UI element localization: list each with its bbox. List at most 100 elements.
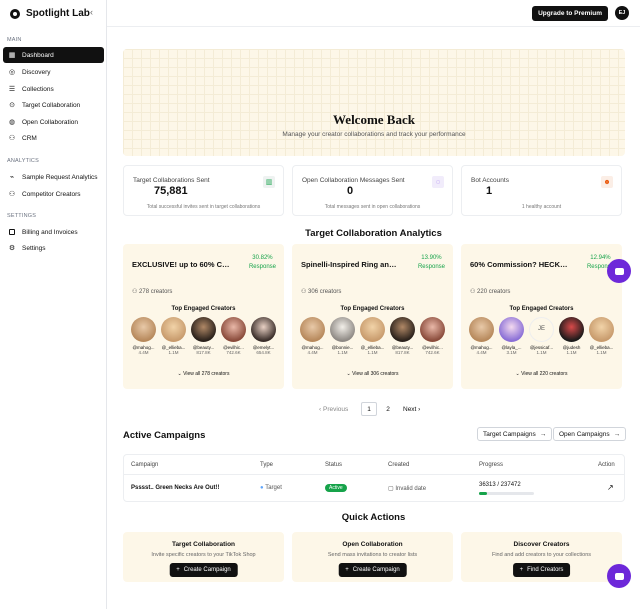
list-icon: ☰ — [8, 86, 16, 93]
card-icon — [8, 228, 16, 236]
analytics-card[interactable]: EXCLUSIVE! up to 60% Co... 30.82% Respons… — [123, 244, 284, 389]
open-campaign-arrow-icon[interactable]: ↗ — [607, 483, 614, 492]
status-badge: Active — [325, 484, 347, 492]
logo-icon — [10, 8, 20, 19]
page-1-button[interactable]: 1 — [361, 402, 377, 416]
quick-action-open: Open Collaboration Send mass invitations… — [292, 532, 453, 582]
creator-avatar[interactable]: @mahog... 4.4M — [298, 317, 327, 355]
users-icon: ⚇ — [8, 135, 16, 142]
quick-action-target: Target Collaboration Invite specific cre… — [123, 532, 284, 582]
creator-count: ⚇ 306 creators — [301, 289, 342, 295]
sidebar-item-settings[interactable]: ⚙ Settings — [3, 240, 104, 256]
quick-action-title: Discover Creators — [513, 541, 570, 548]
response-rate: 13.90% Response — [417, 255, 445, 270]
creator-count: ⚇ 278 creators — [132, 289, 173, 295]
upgrade-button[interactable]: Upgrade to Premium — [532, 6, 608, 21]
col-header: Status — [325, 462, 343, 468]
creator-avatar[interactable]: @layla_... 3.1M — [497, 317, 526, 355]
created-date: ▢ Invalid date — [388, 486, 427, 492]
creator-avatar[interactable]: @evilhic... 742.6K — [219, 317, 248, 355]
plus-icon: + — [176, 567, 180, 573]
campaign-name[interactable]: Psssst.. Green Necks Are Out!! — [131, 485, 219, 491]
create-campaign-button[interactable]: + Create Campaign — [169, 563, 238, 577]
user-icon: ⚇ — [8, 191, 16, 198]
creator-avatar[interactable]: @_ellieba... 1.1M — [159, 317, 188, 355]
campaigns-table: Campaign Type Status Created Progress Ac… — [123, 454, 625, 502]
sidebar-item-billing[interactable]: Billing and Invoices — [3, 224, 104, 240]
sidebar-item-target-collaboration[interactable]: ⊙ Target Collaboration — [3, 97, 104, 113]
progress-text: 36313 / 237472 — [479, 482, 521, 488]
globe-icon: ◍ — [8, 119, 16, 126]
bar-chart-icon: ▥ — [263, 176, 275, 188]
creator-avatar[interactable]: @beauty... 817.8K — [189, 317, 218, 355]
top-engaged-label: Top Engaged Creators — [509, 306, 574, 312]
app-root: Spotlight Lab ‹ MAIN ▦ Dashboard ◎ Discove… — [0, 0, 640, 609]
chat-bubble-icon[interactable] — [607, 564, 631, 588]
quick-action-sub: Find and add creators to your collection… — [491, 552, 592, 558]
arrow-right-icon: → — [613, 430, 621, 438]
stat-label: Open Collaboration Messages Sent — [302, 177, 405, 184]
creator-avatar[interactable]: @emelyt... 654.8K — [249, 317, 278, 355]
creator-avatar[interactable]: @mahog... 4.4M — [467, 317, 496, 355]
welcome-title: Welcome Back — [333, 112, 415, 127]
sidebar-item-open-collaboration[interactable]: ◍ Open Collaboration — [3, 114, 104, 130]
target-campaigns-button[interactable]: Target Campaigns → — [477, 427, 553, 441]
campaign-title: EXCLUSIVE! up to 60% Co... — [132, 260, 230, 269]
plus-icon: + — [519, 567, 524, 573]
stat-sub: 1 healthy account — [521, 204, 562, 210]
quick-action-title: Open Collaboration — [342, 541, 403, 548]
create-campaign-button[interactable]: + Create Campaign — [338, 563, 407, 577]
progress-bar — [479, 492, 534, 495]
stat-value: 1 — [486, 185, 493, 197]
view-all-creators[interactable]: ⌄ View all 278 creators — [123, 371, 284, 377]
target-icon: ⊙ — [9, 102, 15, 109]
quick-action-sub: Send mass invitations to creator lists — [327, 552, 418, 558]
creator-avatar[interactable]: @judesh 1.1M — [557, 317, 586, 355]
avatar[interactable]: EJ — [615, 6, 629, 20]
campaign-type: ● Target — [260, 485, 282, 491]
analytics-card[interactable]: 60% Commission? HECK Y... 12.94% Response… — [461, 244, 622, 389]
sidebar-item-dashboard[interactable]: ▦ Dashboard — [3, 47, 104, 63]
creator-avatar[interactable]: @evilhic... 742.6K — [418, 317, 447, 355]
stat-sub: Total messages sent in open collaboratio… — [324, 204, 421, 210]
campaign-title: 60% Commission? HECK Y... — [470, 260, 568, 269]
sidebar-item-discovery[interactable]: ◎ Discovery — [3, 64, 104, 80]
section-analytics: ANALYTICS — [7, 158, 39, 164]
prev-page-button[interactable]: ‹ Previous — [319, 402, 348, 416]
creator-avatar[interactable]: @mahog... 4.4M — [129, 317, 158, 355]
brand-logo[interactable]: Spotlight Lab — [10, 8, 90, 19]
page-2-button[interactable]: 2 — [381, 402, 395, 416]
creator-avatar[interactable]: @_ellieba... 1.1M — [587, 317, 616, 355]
pagination: ‹ Previous 1 2 Next › — [107, 402, 640, 416]
sidebar-item-crm[interactable]: ⚇ CRM — [3, 130, 104, 146]
creator-avatar[interactable]: @_ellieba... 1.1M — [358, 317, 387, 355]
creator-avatar[interactable]: @beauty... 817.8K — [388, 317, 417, 355]
collapse-sidebar-icon[interactable]: ‹ — [90, 7, 93, 17]
welcome-hero: Welcome Back Manage your creator collabo… — [123, 49, 625, 156]
gear-icon: ⚙ — [8, 245, 16, 252]
chat-bubble-icon[interactable] — [607, 259, 631, 283]
stat-label: Target Collaborations Sent — [133, 177, 210, 184]
sidebar-item-competitor-creators[interactable]: ⚇ Competitor Creators — [3, 186, 104, 202]
view-all-creators[interactable]: ⌄ View all 220 creators — [461, 371, 622, 377]
quick-action-sub: Invite specific creators to your TikTok … — [151, 552, 256, 558]
find-creators-button[interactable]: + Find Creators — [512, 563, 571, 577]
creator-avatar[interactable]: @bonnie... 1.1M — [328, 317, 357, 355]
sidebar-item-sample-request-analytics[interactable]: ⌁ Sample Request Analytics — [3, 169, 104, 185]
plus-icon: + — [345, 567, 349, 573]
col-header: Created — [388, 462, 410, 468]
creator-avatar[interactable]: JE @jessicaf... 1.1M — [527, 317, 556, 355]
sidebar-item-collections[interactable]: ☰ Collections — [3, 81, 104, 97]
view-all-creators[interactable]: ⌄ View all 306 creators — [292, 371, 453, 377]
analytics-card[interactable]: Spinelli-Inspired Ring and ... 13.90% Res… — [292, 244, 453, 389]
top-engaged-label: Top Engaged Creators — [171, 306, 236, 312]
col-header: Action — [598, 462, 615, 468]
top-engaged-label: Top Engaged Creators — [340, 306, 405, 312]
stat-card-open-messages: Open Collaboration Messages Sent 0 Total… — [292, 165, 453, 216]
open-campaigns-button[interactable]: Open Campaigns → — [553, 427, 627, 441]
brand-name: Spotlight Lab — [26, 8, 90, 19]
stat-value: 0 — [347, 185, 354, 197]
creator-row: @mahog... 4.4M @_ellieba... 1.1M @beauty..… — [129, 317, 278, 355]
next-page-button[interactable]: Next › — [403, 402, 420, 416]
quick-actions-title: Quick Actions — [341, 512, 406, 523]
